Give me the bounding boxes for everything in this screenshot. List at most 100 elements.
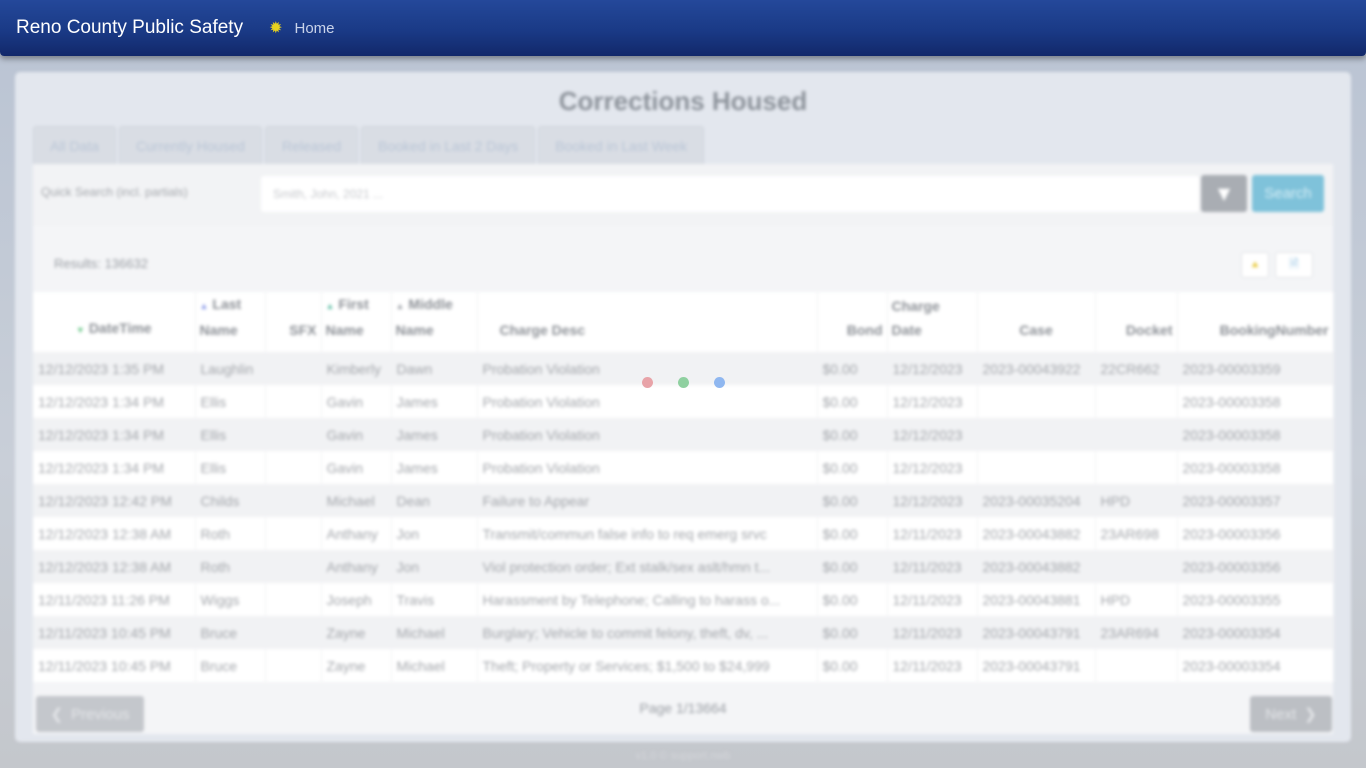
table-row[interactable]: 12/11/2023 11:26 PM Wiggs Joseph Travis Hara… xyxy=(33,583,1334,616)
column-header-first-name[interactable]: ▲ First Name xyxy=(321,292,392,352)
column-header-last-name[interactable]: ▲ Last Name xyxy=(195,292,266,352)
table-cell: Ellis xyxy=(195,418,266,451)
table-cell: $0.00 xyxy=(817,451,888,484)
table-cell: HPD xyxy=(1095,583,1178,616)
document-export-button[interactable]: 🗎 xyxy=(1275,252,1313,278)
table-row[interactable]: 12/12/2023 12:38 AM Roth Anthany Jon Transmi… xyxy=(33,517,1334,550)
table-cell: Zayne xyxy=(321,649,392,682)
table-cell: 12/12/2023 12:42 PM xyxy=(33,484,196,517)
table-cell: 12/12/2023 1:34 PM xyxy=(33,451,196,484)
table-cell: 12/12/2023 xyxy=(887,385,978,418)
table-cell: Viol protection order; Ext stalk/sex asl… xyxy=(477,550,818,583)
tab-booked-last-week[interactable]: Booked in Last Week xyxy=(538,126,705,164)
table-cell xyxy=(265,649,322,682)
table-cell: 12/12/2023 1:34 PM xyxy=(33,418,196,451)
table-cell: Anthany xyxy=(321,517,392,550)
home-label: Home xyxy=(294,19,335,37)
search-button[interactable]: Search xyxy=(1252,175,1324,212)
table-cell: Michael xyxy=(321,484,392,517)
page-indicator: Page 1/13664 xyxy=(639,700,727,716)
table-cell: Gavin xyxy=(321,451,392,484)
table-cell: 12/12/2023 xyxy=(887,484,978,517)
table-cell: 12/12/2023 12:38 AM xyxy=(33,517,196,550)
table-cell: Zayne xyxy=(321,616,392,649)
corrections-table: ▼ DateTime ▲ Last Name SFX ▲ First Name ▲ Mi… xyxy=(33,292,1334,682)
table-cell xyxy=(265,517,322,550)
tab-currently-housed[interactable]: Currently Housed xyxy=(119,126,262,164)
table-cell: 2023-00003359 xyxy=(1177,352,1334,385)
filter-button[interactable]: ▼ xyxy=(1201,175,1247,212)
next-label: Next xyxy=(1265,705,1297,723)
main-card: Corrections Housed All Data Currently Ho… xyxy=(15,72,1351,742)
table-cell: $0.00 xyxy=(817,385,888,418)
next-button[interactable]: Next ❯ xyxy=(1250,696,1332,732)
table-cell xyxy=(265,550,322,583)
table-cell: 2023-00003356 xyxy=(1177,517,1334,550)
loading-indicator xyxy=(642,377,750,388)
table-cell: 2023-00035204 xyxy=(977,484,1096,517)
table-cell: James xyxy=(391,451,478,484)
table-row[interactable]: 12/11/2023 10:45 PM Bruce Zayne Michael Thef… xyxy=(33,649,1334,682)
table-cell xyxy=(1095,451,1178,484)
search-row: Quick Search (incl. partials) ▼ Search xyxy=(33,164,1333,226)
column-header-booking-number[interactable]: BookingNumber xyxy=(1177,292,1334,352)
table-row[interactable]: 12/12/2023 12:42 PM Childs Michael Dean Fail… xyxy=(33,484,1334,517)
table-row[interactable]: 12/12/2023 1:34 PM Ellis Gavin James Probati… xyxy=(33,451,1334,484)
column-header-sfx[interactable]: SFX xyxy=(265,292,322,352)
table-row[interactable]: 12/12/2023 12:38 AM Roth Anthany Jon Viol pr… xyxy=(33,550,1334,583)
table-cell: $0.00 xyxy=(817,517,888,550)
chevron-right-icon: ❯ xyxy=(1304,706,1317,723)
table-cell: 2023-00003358 xyxy=(1177,451,1334,484)
table-row[interactable]: 12/11/2023 10:45 PM Bruce Zayne Michael Burg… xyxy=(33,616,1334,649)
table-cell xyxy=(265,352,322,385)
table-cell: 2023-00003357 xyxy=(1177,484,1334,517)
table-cell xyxy=(265,616,322,649)
table-cell: Gavin xyxy=(321,385,392,418)
results-count: Results: 136632 xyxy=(54,256,148,271)
table-cell: 2023-00003358 xyxy=(1177,418,1334,451)
table-cell: 2023-00003356 xyxy=(1177,550,1334,583)
home-link[interactable]: ✹ Home xyxy=(269,18,334,38)
table-cell: James xyxy=(391,418,478,451)
table-cell xyxy=(265,451,322,484)
quick-search-input[interactable] xyxy=(261,176,1199,212)
table-cell: Dawn xyxy=(391,352,478,385)
table-cell: 23AR698 xyxy=(1095,517,1178,550)
column-header-charge-desc[interactable]: Charge Desc xyxy=(477,292,818,352)
pdf-export-button[interactable]: ⯅ xyxy=(1241,252,1269,278)
table-cell: Jon xyxy=(391,550,478,583)
table-cell: Harassment by Telephone; Calling to hara… xyxy=(477,583,818,616)
table-cell: HPD xyxy=(1095,484,1178,517)
column-header-middle-name[interactable]: ▲ Middle Name xyxy=(391,292,478,352)
column-header-charge-date[interactable]: Charge Date xyxy=(887,292,978,352)
column-header-bond[interactable]: Bond xyxy=(817,292,888,352)
table-row[interactable]: 12/12/2023 1:34 PM Ellis Gavin James Probati… xyxy=(33,418,1334,451)
table-cell: $0.00 xyxy=(817,583,888,616)
table-cell: $0.00 xyxy=(817,616,888,649)
brand-title[interactable]: Reno County Public Safety xyxy=(16,17,243,39)
table-cell: 12/12/2023 1:34 PM xyxy=(33,385,196,418)
table-cell: Roth xyxy=(195,550,266,583)
table-cell xyxy=(1095,385,1178,418)
table-cell: Theft; Property or Services; $1,500 to $… xyxy=(477,649,818,682)
filter-icon: ▼ xyxy=(1217,184,1231,203)
sort-up-icon: ▲ xyxy=(325,301,335,311)
tab-released[interactable]: Released xyxy=(264,126,359,164)
tab-all-data[interactable]: All Data xyxy=(33,126,117,164)
tab-booked-last-2-days[interactable]: Booked in Last 2 Days xyxy=(361,126,536,164)
table-cell: Failure to Appear xyxy=(477,484,818,517)
loading-dot xyxy=(714,377,725,388)
quick-search-label: Quick Search (incl. partials) xyxy=(41,185,188,199)
column-header-case[interactable]: Case xyxy=(977,292,1096,352)
table-cell: 2023-00043791 xyxy=(977,649,1096,682)
sort-up-icon: ▲ xyxy=(395,301,405,311)
table-cell: $0.00 xyxy=(817,649,888,682)
table-cell: 12/11/2023 11:26 PM xyxy=(33,583,196,616)
table-cell: 12/11/2023 10:45 PM xyxy=(33,616,196,649)
column-header-docket[interactable]: Docket xyxy=(1095,292,1178,352)
table-cell: Anthany xyxy=(321,550,392,583)
table-row[interactable]: 12/12/2023 1:34 PM Ellis Gavin James Probati… xyxy=(33,385,1334,418)
table-cell xyxy=(265,583,322,616)
table-cell: Probation Violation xyxy=(477,451,818,484)
column-header-datetime[interactable]: ▼ DateTime xyxy=(33,292,196,352)
